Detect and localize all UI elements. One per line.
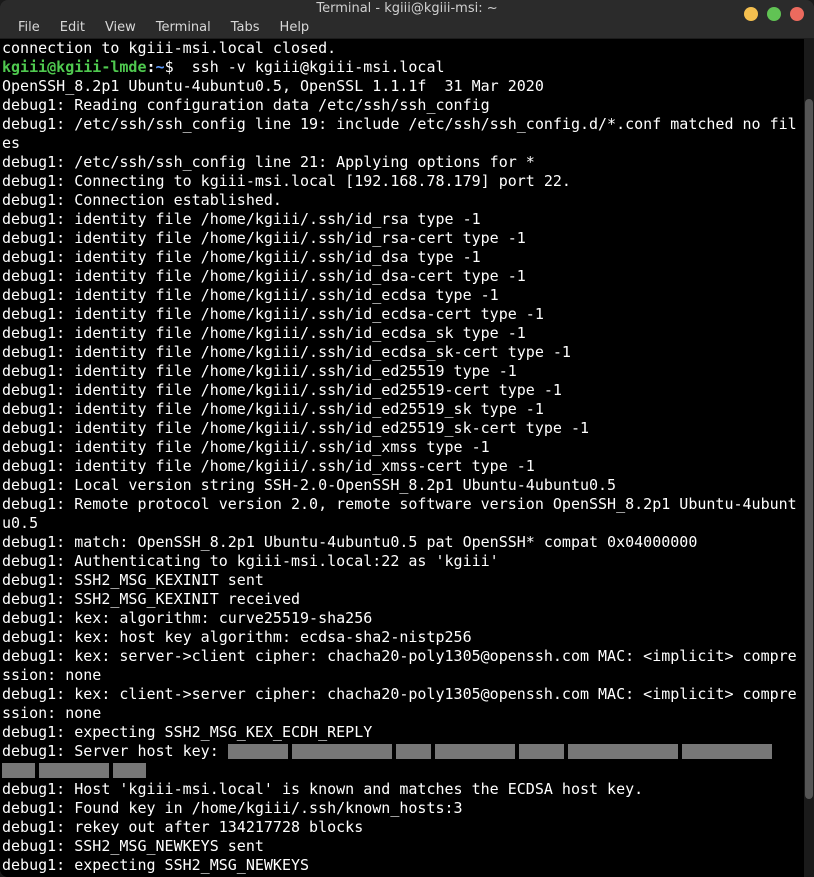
redacted-block [396, 744, 431, 759]
redacted-block [2, 763, 35, 778]
output-line-redacted: debug1: Server host key: [2, 742, 802, 761]
output-line: debug1: identity file /home/kgiii/.ssh/i… [2, 248, 802, 267]
output-line: debug1: identity file /home/kgiii/.ssh/i… [2, 419, 802, 438]
terminal-output[interactable]: connection to kgiii-msi.local closed.kgi… [0, 39, 804, 877]
output-line: debug1: Connecting to kgiii-msi.local [1… [2, 172, 802, 191]
output-line: debug1: kex: server->client cipher: chac… [2, 647, 802, 685]
prompt-sigil: $ [165, 58, 174, 76]
output-line: debug1: match: OpenSSH_8.2p1 Ubuntu-4ubu… [2, 533, 802, 552]
output-line: debug1: identity file /home/kgiii/.ssh/i… [2, 286, 802, 305]
output-line: debug1: kex: client->server cipher: chac… [2, 685, 802, 723]
output-line: OpenSSH_8.2p1 Ubuntu-4ubuntu0.5, OpenSSL… [2, 77, 802, 96]
output-line: debug1: identity file /home/kgiii/.ssh/i… [2, 305, 802, 324]
menu-terminal[interactable]: Terminal [146, 17, 221, 38]
redacted-block [519, 744, 564, 759]
output-line: debug1: rekey out after 134217728 blocks [2, 818, 802, 837]
window-controls [744, 7, 804, 21]
output-line: debug1: identity file /home/kgiii/.ssh/i… [2, 438, 802, 457]
menu-tabs[interactable]: Tabs [221, 17, 270, 38]
redacted-block [568, 744, 678, 759]
output-line: debug1: expecting SSH2_MSG_KEX_ECDH_REPL… [2, 723, 802, 742]
titlebar[interactable]: Terminal - kgiii@kgiii-msi: ~ [0, 0, 814, 17]
output-line: debug1: identity file /home/kgiii/.ssh/i… [2, 343, 802, 362]
redacted-segment [2, 761, 150, 779]
menu-file[interactable]: File [8, 17, 50, 38]
redacted-segment [228, 742, 776, 760]
output-line: debug1: /etc/ssh/ssh_config line 21: App… [2, 153, 802, 172]
output-line: debug1: identity file /home/kgiii/.ssh/i… [2, 381, 802, 400]
output-line: debug1: identity file /home/kgiii/.ssh/i… [2, 210, 802, 229]
redacted-block [39, 763, 109, 778]
output-line: debug1: kex: host key algorithm: ecdsa-s… [2, 628, 802, 647]
redacted-block [113, 763, 146, 778]
output-line: debug1: Host 'kgiii-msi.local' is known … [2, 780, 802, 799]
prompt-colon: : [147, 58, 156, 76]
output-line: debug1: Local version string SSH-2.0-Ope… [2, 476, 802, 495]
close-button[interactable] [790, 7, 804, 21]
redacted-block [292, 744, 392, 759]
scrollbar-thumb[interactable] [805, 99, 813, 799]
output-line: debug1: /etc/ssh/ssh_config line 19: inc… [2, 115, 802, 153]
output-line: debug1: identity file /home/kgiii/.ssh/i… [2, 229, 802, 248]
output-line: debug1: identity file /home/kgiii/.ssh/i… [2, 324, 802, 343]
output-line: debug1: SSH2_MSG_KEXINIT received [2, 590, 802, 609]
terminal-area: connection to kgiii-msi.local closed.kgi… [0, 39, 814, 877]
output-line: debug1: expecting SSH2_MSG_NEWKEYS [2, 856, 802, 875]
prompt-path: ~ [156, 58, 165, 76]
menu-view[interactable]: View [95, 17, 146, 38]
prompt-user-host: kgiii@kgiii-lmde [2, 58, 147, 76]
output-line: debug1: Found key in /home/kgiii/.ssh/kn… [2, 799, 802, 818]
output-line: debug1: identity file /home/kgiii/.ssh/i… [2, 267, 802, 286]
output-line: debug1: Authenticating to kgiii-msi.loca… [2, 552, 802, 571]
output-line: debug1: Remote protocol version 2.0, rem… [2, 495, 802, 533]
menu-help[interactable]: Help [270, 17, 320, 38]
output-line-redacted [2, 761, 802, 780]
redacted-block [435, 744, 515, 759]
window-title: Terminal - kgiii@kgiii-msi: ~ [316, 1, 497, 16]
scrollbar[interactable] [804, 39, 814, 877]
redacted-block [228, 744, 288, 759]
output-line: debug1: SSH2_MSG_KEXINIT sent [2, 571, 802, 590]
output-line: debug1: identity file /home/kgiii/.ssh/i… [2, 457, 802, 476]
redacted-block [682, 744, 772, 759]
output-line: connection to kgiii-msi.local closed. [2, 39, 802, 58]
command-text: ssh -v kgiii@kgiii-msi.local [174, 58, 445, 76]
output-line: debug1: kex: algorithm: curve25519-sha25… [2, 609, 802, 628]
output-line: debug1: identity file /home/kgiii/.ssh/i… [2, 400, 802, 419]
output-line: debug1: SSH2_MSG_NEWKEYS sent [2, 837, 802, 856]
host-key-prefix: debug1: Server host key: [2, 742, 228, 760]
terminal-window: Terminal - kgiii@kgiii-msi: ~ File Edit … [0, 0, 814, 877]
maximize-button[interactable] [767, 7, 781, 21]
minimize-button[interactable] [744, 7, 758, 21]
output-line: debug1: Reading configuration data /etc/… [2, 96, 802, 115]
prompt-line: kgiii@kgiii-lmde:~$ ssh -v kgiii@kgiii-m… [2, 58, 802, 77]
output-line: debug1: identity file /home/kgiii/.ssh/i… [2, 362, 802, 381]
menubar: File Edit View Terminal Tabs Help [0, 17, 814, 39]
output-line: debug1: Connection established. [2, 191, 802, 210]
menu-edit[interactable]: Edit [50, 17, 95, 38]
